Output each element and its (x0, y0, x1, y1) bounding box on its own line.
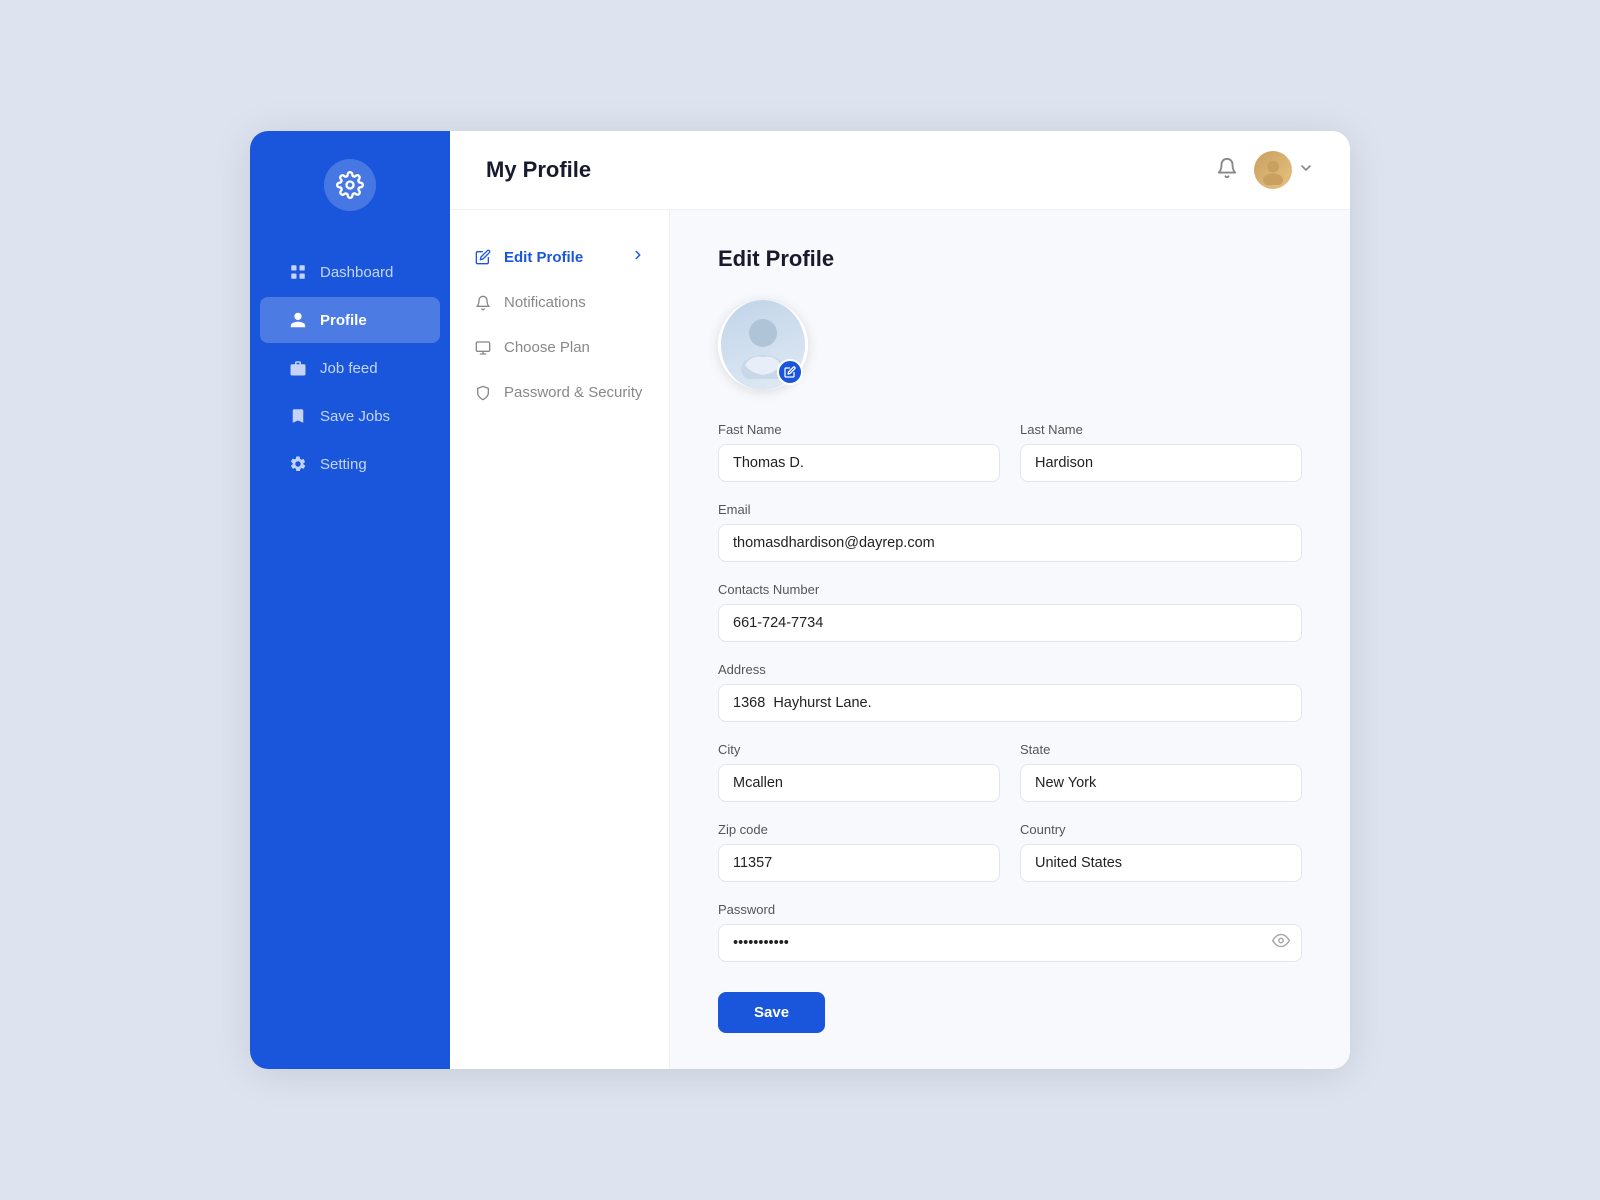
sub-nav-edit-profile[interactable]: Edit Profile (450, 234, 669, 280)
form-area: Edit Profile (670, 210, 1350, 1069)
user-icon (288, 310, 308, 330)
settings-icon (288, 454, 308, 474)
country-group: Country (1020, 822, 1302, 882)
sidebar-item-savejobs[interactable]: Save Jobs (260, 393, 440, 439)
last-name-group: Last Name (1020, 422, 1302, 482)
sub-nav-choose-plan[interactable]: Choose Plan (450, 325, 669, 370)
notification-bell-icon[interactable] (1216, 157, 1238, 184)
last-name-input[interactable] (1020, 444, 1302, 482)
first-name-label: Fast Name (718, 422, 1000, 437)
sidebar-item-dashboard[interactable]: Dashboard (260, 249, 440, 295)
password-wrapper (718, 924, 1302, 962)
pencil-icon (474, 249, 492, 265)
password-row: Password (718, 902, 1302, 962)
user-avatar-container[interactable] (1254, 151, 1314, 189)
sidebar-item-profile[interactable]: Profile (260, 297, 440, 343)
state-label: State (1020, 742, 1302, 757)
arrow-icon (631, 248, 645, 266)
save-button[interactable]: Save (718, 992, 825, 1033)
sub-nav-label: Password & Security (504, 384, 642, 401)
password-label: Password (718, 902, 1302, 917)
sidebar-item-label: Dashboard (320, 264, 393, 281)
header: My Profile (450, 131, 1350, 210)
zip-country-row: Zip code Country (718, 822, 1302, 882)
state-group: State (1020, 742, 1302, 802)
app-container: Dashboard Profile Job feed (250, 131, 1350, 1069)
country-input[interactable] (1020, 844, 1302, 882)
sub-nav-notifications[interactable]: Notifications (450, 280, 669, 325)
sidebar-item-label: Job feed (320, 360, 378, 377)
sidebar-item-label: Profile (320, 312, 367, 329)
last-name-label: Last Name (1020, 422, 1302, 437)
name-row: Fast Name Last Name (718, 422, 1302, 482)
main-content: My Profile (450, 131, 1350, 1069)
bell-nav-icon (474, 295, 492, 311)
address-label: Address (718, 662, 1302, 677)
sidebar-item-jobfeed[interactable]: Job feed (260, 345, 440, 391)
sidebar-nav: Dashboard Profile Job feed (250, 247, 450, 489)
password-group: Password (718, 902, 1302, 962)
grid-icon (288, 262, 308, 282)
zip-code-label: Zip code (718, 822, 1000, 837)
avatar (1254, 151, 1292, 189)
first-name-group: Fast Name (718, 422, 1000, 482)
page-title: My Profile (486, 157, 591, 183)
email-row: Email (718, 502, 1302, 562)
zip-code-group: Zip code (718, 822, 1000, 882)
sub-nav-label: Notifications (504, 294, 586, 311)
phone-row: Contacts Number (718, 582, 1302, 642)
eye-icon[interactable] (1272, 932, 1290, 955)
sub-sidebar: Edit Profile Notificat (450, 210, 670, 1069)
state-input[interactable] (1020, 764, 1302, 802)
sidebar-item-setting[interactable]: Setting (260, 441, 440, 487)
country-label: Country (1020, 822, 1302, 837)
email-input[interactable] (718, 524, 1302, 562)
sidebar-logo (324, 159, 376, 211)
email-group: Email (718, 502, 1302, 562)
first-name-input[interactable] (718, 444, 1000, 482)
address-input[interactable] (718, 684, 1302, 722)
zip-code-input[interactable] (718, 844, 1000, 882)
address-group: Address (718, 662, 1302, 722)
sub-nav-label: Choose Plan (504, 339, 590, 356)
password-input[interactable] (718, 924, 1302, 962)
sub-nav-label: Edit Profile (504, 249, 583, 266)
bookmark-icon (288, 406, 308, 426)
form-title: Edit Profile (718, 246, 1302, 272)
avatar-edit-button[interactable] (777, 359, 803, 385)
contacts-number-group: Contacts Number (718, 582, 1302, 642)
city-group: City (718, 742, 1000, 802)
shield-icon (474, 385, 492, 401)
avatar-image (1254, 151, 1292, 189)
content-area: Edit Profile Notificat (450, 210, 1350, 1069)
contacts-number-label: Contacts Number (718, 582, 1302, 597)
chevron-down-icon (1298, 160, 1314, 181)
sidebar-item-label: Save Jobs (320, 408, 390, 425)
sidebar: Dashboard Profile Job feed (250, 131, 450, 1069)
sidebar-item-label: Setting (320, 456, 367, 473)
gear-icon (336, 171, 364, 199)
contacts-number-input[interactable] (718, 604, 1302, 642)
profile-avatar (718, 300, 808, 390)
address-row: Address (718, 662, 1302, 722)
avatar-section (718, 300, 1302, 390)
city-state-row: City State (718, 742, 1302, 802)
plan-icon (474, 340, 492, 356)
city-label: City (718, 742, 1000, 757)
header-right (1216, 151, 1314, 189)
briefcase-icon (288, 358, 308, 378)
email-label: Email (718, 502, 1302, 517)
city-input[interactable] (718, 764, 1000, 802)
sub-nav-password-security[interactable]: Password & Security (450, 370, 669, 415)
